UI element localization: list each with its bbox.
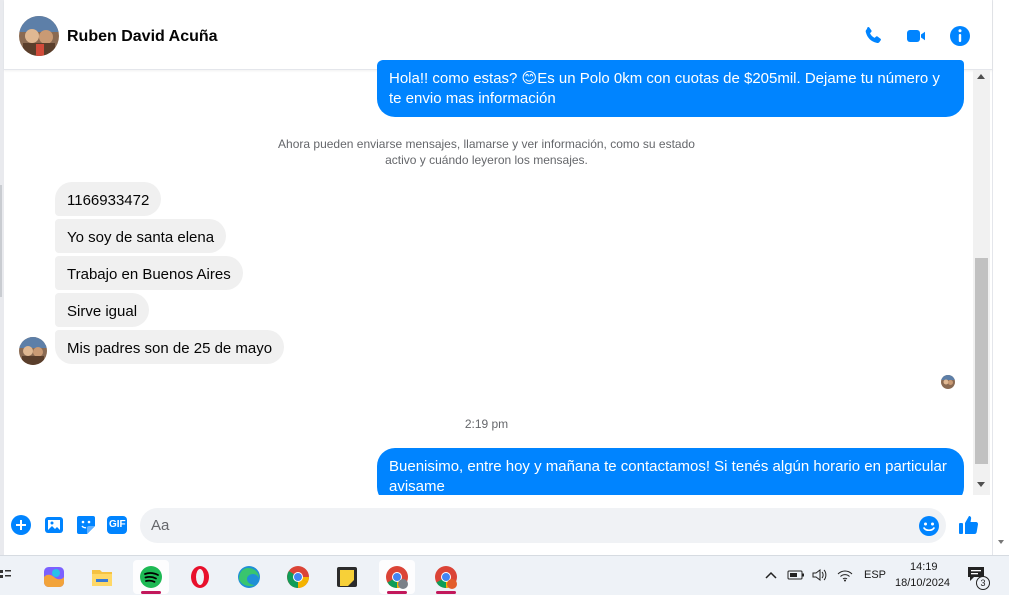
chrome-icon[interactable] — [280, 560, 316, 594]
sender-avatar[interactable] — [19, 337, 47, 365]
video-icon[interactable] — [904, 24, 928, 48]
file-explorer-icon[interactable] — [84, 560, 120, 594]
time-separator: 2:19 pm — [464, 417, 509, 431]
incoming-message-text: Trabajo en Buenos Aires — [67, 266, 231, 283]
outgoing-message-bubble[interactable]: Hola!! como estas? 😊Es un Polo 0km con c… — [377, 60, 964, 117]
incoming-message-bubble[interactable]: Yo soy de santa elena — [55, 219, 227, 253]
volume-icon[interactable] — [811, 568, 829, 587]
notice-line-2: activo y cuándo leyeron los mensajes. — [385, 153, 588, 167]
seen-receipt-avatar — [941, 375, 955, 389]
running-indicator — [387, 591, 407, 594]
windows-taskbar: ESP 14:19 18/10/2024 3 — [0, 555, 1009, 595]
add-icon[interactable] — [11, 515, 31, 535]
info-icon[interactable] — [948, 24, 972, 48]
gallery-icon[interactable] — [44, 515, 64, 535]
notice-line-1: Ahora pueden enviarse mensajes, llamarse… — [278, 137, 695, 151]
scroll-up-icon[interactable] — [977, 74, 985, 79]
message-input[interactable] — [151, 508, 911, 543]
clock-date[interactable]: 18/10/2024 — [895, 577, 950, 589]
opera-icon[interactable] — [182, 560, 218, 594]
edge-icon[interactable] — [231, 560, 267, 594]
encryption-notice: Ahora pueden enviarse mensajes, llamarse… — [0, 136, 973, 168]
scroll-down-icon[interactable] — [977, 482, 985, 487]
incoming-message-bubble[interactable]: 1166933472 — [55, 182, 162, 216]
messenger-window: Ruben David Acuña Hola!! como estas? 😊Es… — [0, 0, 1009, 595]
contact-name[interactable]: Ruben David Acuña — [67, 28, 218, 46]
phone-icon[interactable] — [861, 24, 885, 48]
widgets-icon[interactable] — [0, 568, 12, 584]
right-panel-edge — [992, 0, 1009, 555]
sticky-notes-icon[interactable] — [329, 560, 365, 594]
left-panel-scroll-mark — [0, 185, 2, 297]
gif-label: GIF — [109, 519, 126, 530]
incoming-message-bubble[interactable]: Trabajo en Buenos Aires — [55, 256, 243, 290]
running-indicator — [141, 591, 161, 594]
language-indicator[interactable]: ESP — [864, 569, 886, 581]
tray-chevron-up-icon[interactable] — [764, 568, 778, 586]
outgoing-message-text: Buenisimo, entre hoy y mañana te contact… — [389, 458, 947, 495]
incoming-message-text: Sirve igual — [67, 303, 138, 320]
left-panel-edge — [0, 0, 4, 555]
like-icon[interactable] — [957, 513, 981, 537]
incoming-message-bubble[interactable]: Sirve igual — [55, 293, 150, 327]
chat-scrollbar[interactable] — [973, 70, 990, 495]
sticker-icon[interactable] — [76, 515, 96, 535]
outgoing-message-text: Hola!! como estas? 😊Es un Polo 0km con c… — [389, 70, 940, 107]
contact-avatar[interactable] — [19, 16, 59, 56]
incoming-message-text: Mis padres son de 25 de mayo — [67, 340, 273, 357]
battery-icon[interactable] — [787, 568, 805, 587]
page-scroll-down-icon[interactable] — [998, 540, 1004, 544]
emoji-icon[interactable] — [918, 515, 940, 537]
message-input-wrapper — [140, 508, 946, 543]
notification-count-badge: 3 — [976, 576, 990, 590]
wifi-icon[interactable] — [837, 568, 853, 587]
copilot-icon[interactable] — [36, 560, 72, 594]
chrome-profile-icon[interactable] — [379, 560, 415, 594]
incoming-message-text: Yo soy de santa elena — [67, 229, 215, 246]
gif-icon[interactable]: GIF — [107, 515, 127, 535]
spotify-icon[interactable] — [133, 560, 169, 594]
incoming-message-text: 1166933472 — [67, 192, 150, 209]
clock-time[interactable]: 14:19 — [910, 561, 938, 573]
incoming-message-bubble[interactable]: Mis padres son de 25 de mayo — [55, 330, 285, 364]
scroll-thumb[interactable] — [975, 258, 988, 464]
running-indicator — [436, 591, 456, 594]
chrome-profile-2-icon[interactable] — [428, 560, 464, 594]
